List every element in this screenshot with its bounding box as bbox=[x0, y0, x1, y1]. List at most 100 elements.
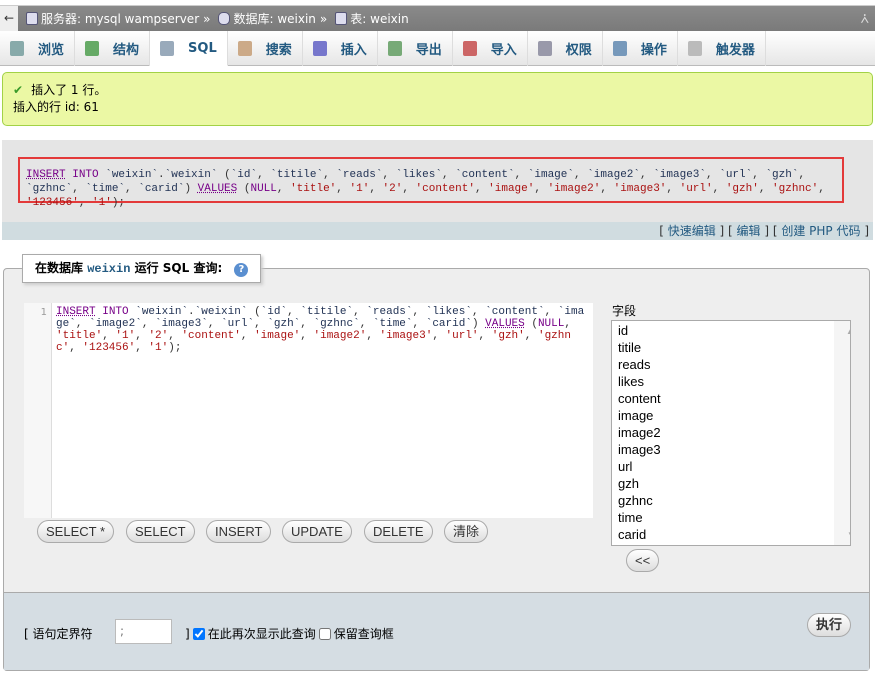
server-label[interactable]: 服务器: mysql wampserver bbox=[41, 10, 199, 27]
sql-token: '2' bbox=[382, 183, 403, 195]
sql-token: `content` bbox=[455, 169, 515, 181]
sql-button-3[interactable]: UPDATE bbox=[282, 520, 352, 543]
sql-token: , bbox=[798, 169, 806, 181]
sql-token: 'image' bbox=[488, 183, 535, 195]
tab-3[interactable]: 搜索 bbox=[228, 31, 303, 66]
retain-box-label[interactable]: 保留查询框 bbox=[334, 625, 394, 642]
field-option[interactable]: time bbox=[612, 509, 850, 526]
tab-6[interactable]: 导入 bbox=[453, 31, 528, 66]
export-icon bbox=[387, 41, 402, 56]
delimiter-label: [ 语句定界符 bbox=[24, 627, 93, 641]
delimiter-input[interactable]: ; bbox=[115, 619, 172, 644]
sql-token: '123456' bbox=[26, 197, 79, 209]
sql-token: `weixin` bbox=[105, 169, 159, 181]
edit-link[interactable]: 编辑 bbox=[737, 224, 761, 238]
sql-token: INSERT bbox=[26, 169, 66, 181]
sql-token: `gzhnc` bbox=[26, 183, 73, 195]
sql-token: `likes` bbox=[395, 169, 442, 181]
create-php-link[interactable]: 创建 PHP 代码 bbox=[781, 224, 860, 238]
sql-button-5[interactable]: 清除 bbox=[444, 520, 489, 543]
fields-list[interactable]: id titile reads likes content image image2 imag… bbox=[611, 320, 851, 546]
field-option[interactable]: gzhnc bbox=[612, 492, 850, 509]
sql-token: , bbox=[514, 169, 528, 181]
tab-5[interactable]: 导出 bbox=[378, 31, 453, 66]
quick-edit-link[interactable]: 快速编辑 bbox=[668, 224, 716, 238]
breadcrumb-database[interactable]: 数据库: weixin bbox=[218, 10, 316, 27]
sql-token: , bbox=[441, 169, 456, 181]
sql-token: , bbox=[666, 183, 680, 195]
sql-token: , bbox=[534, 183, 548, 195]
insert-field-button[interactable]: << bbox=[626, 549, 660, 572]
breadcrumb-server[interactable]: 服务器: mysql wampserver bbox=[26, 10, 199, 27]
insert-icon bbox=[312, 41, 327, 56]
sql-token: `id` bbox=[230, 169, 258, 181]
database-icon bbox=[218, 12, 231, 25]
wrench-icon bbox=[612, 41, 627, 56]
sql-button-1[interactable]: SELECT bbox=[126, 520, 195, 543]
field-option[interactable]: titile bbox=[612, 339, 850, 356]
field-option[interactable]: url bbox=[612, 458, 850, 475]
field-option[interactable]: gzh bbox=[612, 475, 850, 492]
collapse-icon[interactable]: ⩑ bbox=[860, 11, 869, 27]
sql-editor[interactable]: 1 INSERT INTO `weixin`.`weixin` (`id`, `… bbox=[24, 303, 593, 518]
field-option[interactable]: id bbox=[612, 322, 850, 339]
search-icon bbox=[237, 41, 252, 56]
database-label[interactable]: 数据库: weixin bbox=[233, 10, 315, 27]
success-message: ✔ 插入了 1 行。 插入的行 id: 61 bbox=[2, 72, 873, 126]
sql-token: , bbox=[402, 183, 416, 195]
field-option[interactable]: carid bbox=[612, 526, 850, 543]
sql-token: . bbox=[158, 169, 165, 181]
field-option[interactable]: image bbox=[612, 407, 850, 424]
sql-token: `image3` bbox=[653, 169, 707, 181]
show-again-label[interactable]: 在此再次显示此查询 bbox=[208, 625, 316, 642]
sql-button-0[interactable]: SELECT * bbox=[37, 520, 115, 543]
sql-token: `id` bbox=[260, 306, 288, 318]
sql-token: , bbox=[257, 169, 271, 181]
scrollbar[interactable]: ▲▼ bbox=[834, 321, 850, 545]
sql-button-4[interactable]: DELETE bbox=[364, 520, 433, 543]
field-option[interactable]: likes bbox=[612, 373, 850, 390]
sql-token: `time` bbox=[85, 183, 126, 195]
sql-token: , bbox=[478, 330, 492, 342]
sql-token: , bbox=[207, 318, 222, 330]
field-option[interactable]: image3 bbox=[612, 441, 850, 458]
tab-7[interactable]: 权限 bbox=[528, 31, 603, 66]
sql-token: , bbox=[573, 169, 588, 181]
sql-token: , bbox=[359, 318, 373, 330]
sql-token: 'content' bbox=[415, 183, 475, 195]
separator: » bbox=[319, 11, 328, 26]
field-option[interactable]: image2 bbox=[612, 424, 850, 441]
sql-token: ( bbox=[217, 169, 231, 181]
sql-editor-code[interactable]: INSERT INTO `weixin`.`weixin` (`id`, `ti… bbox=[52, 303, 593, 518]
table-icon bbox=[335, 12, 348, 25]
tab-0[interactable]: 浏览 bbox=[0, 31, 76, 66]
tab-1[interactable]: 结构 bbox=[75, 31, 151, 66]
tab-label: 浏览 bbox=[38, 43, 65, 58]
tab-label: 结构 bbox=[113, 43, 140, 58]
retain-box-checkbox[interactable] bbox=[318, 627, 331, 640]
sql-token: 'url' bbox=[445, 330, 479, 342]
help-icon[interactable]: ? bbox=[234, 263, 249, 277]
sql-token: `gzh` bbox=[267, 318, 301, 330]
tab-2[interactable]: SQL bbox=[150, 31, 228, 66]
tab-4[interactable]: 插入 bbox=[303, 31, 378, 66]
sql-token: '2' bbox=[148, 330, 169, 342]
sql-token: `content` bbox=[485, 306, 545, 318]
sql-token: `gzh` bbox=[765, 169, 799, 181]
tab-9[interactable]: 触发器 bbox=[678, 31, 766, 66]
back-arrow-icon[interactable]: ← bbox=[0, 6, 18, 31]
field-option[interactable]: reads bbox=[612, 356, 850, 373]
separator: » bbox=[203, 11, 211, 26]
check-icon: ✔ bbox=[13, 83, 24, 97]
tab-8[interactable]: 操作 bbox=[603, 31, 678, 66]
sql-token: , bbox=[369, 183, 383, 195]
table-label[interactable]: 表: weixin bbox=[350, 10, 408, 27]
field-option[interactable]: content bbox=[612, 390, 850, 407]
sql-token: , bbox=[300, 318, 314, 330]
sql-token: , bbox=[75, 318, 90, 330]
breadcrumb-table[interactable]: 表: weixin bbox=[335, 10, 409, 27]
sql-button-2[interactable]: INSERT bbox=[206, 520, 272, 543]
tab-label: 导入 bbox=[490, 43, 517, 58]
show-again-checkbox[interactable] bbox=[192, 627, 205, 640]
go-button[interactable]: 执行 bbox=[807, 613, 852, 637]
